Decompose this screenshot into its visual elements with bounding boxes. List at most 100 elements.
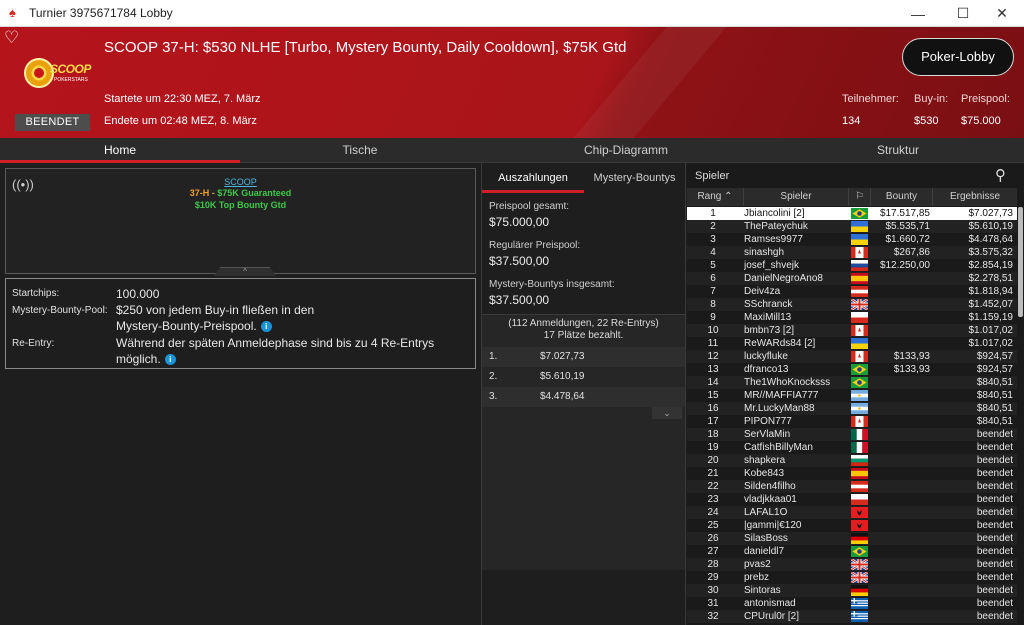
country-flag-icon bbox=[851, 247, 868, 258]
player-row[interactable]: 27 danieldl7 beendet bbox=[687, 545, 1017, 558]
mystery-pool-line-2-text: Mystery-Bounty-Preispool. bbox=[116, 319, 257, 333]
regular-pool-value: $37.500,00 bbox=[489, 254, 550, 268]
player-name: pvas2 bbox=[744, 559, 771, 570]
column-bounty[interactable]: Bounty bbox=[871, 188, 933, 206]
prizepool-label: Preispool: bbox=[961, 93, 1010, 105]
window-title: Turnier 3975671784 Lobby bbox=[29, 6, 173, 20]
player-rank: 15 bbox=[707, 390, 719, 401]
player-row[interactable]: 17 PIPON777 $840,51 bbox=[687, 415, 1017, 428]
country-flag-icon bbox=[851, 494, 868, 505]
minimize-button[interactable]: — bbox=[896, 0, 940, 27]
player-result: $1.017,02 bbox=[968, 338, 1014, 349]
player-row[interactable]: 2 ThePateychuk $5.535,71 $5.610,19 bbox=[687, 220, 1017, 233]
tab-struktur[interactable]: Struktur bbox=[772, 138, 1024, 163]
player-result: $4.478,64 bbox=[968, 234, 1014, 245]
player-row[interactable]: 5 josef_shvejk $12.250,00 $2.854,19 bbox=[687, 259, 1017, 272]
player-name: Deiv4za bbox=[744, 286, 781, 297]
player-rank: 25 bbox=[707, 520, 719, 531]
player-name: ThePateychuk bbox=[744, 221, 808, 232]
player-row[interactable]: 14 The1WhoKnocksss $840,51 bbox=[687, 376, 1017, 389]
close-button[interactable]: ✕ bbox=[980, 0, 1024, 27]
info-icon[interactable]: i bbox=[164, 354, 176, 365]
player-row[interactable]: 16 Mr.LuckyMan88 $840,51 bbox=[687, 402, 1017, 415]
player-row[interactable]: 19 CatfishBillyMan beendet bbox=[687, 441, 1017, 454]
player-row[interactable]: 8 SSchranck $1.452,07 bbox=[687, 298, 1017, 311]
player-row[interactable]: 18 SerVlaMin beendet bbox=[687, 428, 1017, 441]
player-row[interactable]: 4 sinashgh $267,86 $3.575,32 bbox=[687, 246, 1017, 259]
player-result: $2.278,51 bbox=[968, 273, 1014, 284]
player-name: josef_shvejk bbox=[744, 260, 800, 271]
column-rang-label: Rang bbox=[697, 191, 722, 202]
player-row[interactable]: 6 DanielNegroAno8 $2.278,51 bbox=[687, 272, 1017, 285]
player-row[interactable]: 23 vladjkkaa01 beendet bbox=[687, 493, 1017, 506]
player-row[interactable]: 1 Jbiancolini [2] $17.517,85 $7.027,73 bbox=[687, 207, 1017, 220]
player-row[interactable]: 9 MaxiMill13 $1.159,19 bbox=[687, 311, 1017, 324]
tournament-title: SCOOP 37-H: $530 NLHE [Turbo, Mystery Bo… bbox=[104, 39, 627, 56]
player-name: shapkera bbox=[744, 455, 786, 466]
player-row[interactable]: 21 Kobe843 beendet bbox=[687, 467, 1017, 480]
column-rang[interactable]: Rang ⌃ bbox=[687, 188, 744, 206]
player-name: Mr.LuckyMan88 bbox=[744, 403, 815, 414]
player-rank: 17 bbox=[707, 416, 719, 427]
favorite-heart-icon[interactable]: ♡ bbox=[4, 29, 22, 47]
player-rank: 6 bbox=[710, 273, 716, 284]
tab-chip-diagramm[interactable]: Chip-Diagramm bbox=[480, 138, 772, 163]
player-result: $840,51 bbox=[976, 390, 1013, 401]
column-spieler[interactable]: Spieler bbox=[744, 188, 849, 206]
search-icon[interactable]: ⚲ bbox=[995, 166, 1013, 184]
country-flag-icon bbox=[851, 377, 868, 388]
player-name: MR//MAFFIA777 bbox=[744, 390, 819, 401]
scoop-logo-text: SCOOP bbox=[50, 62, 91, 76]
player-result: $7.027,73 bbox=[968, 208, 1014, 219]
player-rank: 18 bbox=[707, 429, 719, 440]
player-row[interactable]: 12 luckyfluke $133,93 $924,57 bbox=[687, 350, 1017, 363]
tab-tische[interactable]: Tische bbox=[240, 138, 480, 163]
prizepool-value: $75.000 bbox=[961, 115, 1001, 127]
player-row[interactable]: 13 dfranco13 $133,93 $924,57 bbox=[687, 363, 1017, 376]
player-row[interactable]: 25 |gammi|€120 beendet bbox=[687, 519, 1017, 532]
collapse-promo-button[interactable]: ^ bbox=[214, 267, 276, 276]
flag-column-icon[interactable]: ⚐ bbox=[849, 188, 871, 206]
scoop-logo: SCOOP POKERSTARS bbox=[24, 58, 91, 88]
expand-payouts-button[interactable]: ⌄ bbox=[652, 407, 682, 419]
player-row[interactable]: 31 antonismad beendet bbox=[687, 597, 1017, 610]
player-result: beendet bbox=[976, 520, 1013, 531]
promo-bounty-line: $10K Top Bounty Gtd bbox=[194, 200, 287, 210]
player-row[interactable]: 24 LAFAL1O beendet bbox=[687, 506, 1017, 519]
player-rank: 10 bbox=[707, 325, 719, 336]
info-icon[interactable]: i bbox=[260, 321, 272, 332]
country-flag-icon bbox=[851, 598, 868, 609]
player-result: $840,51 bbox=[976, 377, 1013, 388]
player-row[interactable]: 29 prebz beendet bbox=[687, 571, 1017, 584]
maximize-button[interactable]: ☐ bbox=[941, 0, 985, 27]
player-row[interactable]: 7 Deiv4za $1.818,94 bbox=[687, 285, 1017, 298]
player-search-label[interactable]: Spieler bbox=[695, 170, 729, 182]
column-ergebnisse[interactable]: Ergebnisse bbox=[933, 188, 1017, 206]
promo-event-code: 37-H bbox=[189, 188, 210, 198]
tab-auszahlungen[interactable]: Auszahlungen bbox=[482, 163, 584, 193]
player-row[interactable]: 11 ReWARds84 [2] $1.017,02 bbox=[687, 337, 1017, 350]
player-row[interactable]: 32 CPUrul0r [2] beendet bbox=[687, 610, 1017, 623]
promo-scoop-link[interactable]: SCOOP bbox=[224, 177, 257, 187]
player-row[interactable]: 22 Silden4filho beendet bbox=[687, 480, 1017, 493]
player-row[interactable]: 30 Sintoras beendet bbox=[687, 584, 1017, 597]
players-scrollbar[interactable] bbox=[1018, 207, 1023, 317]
player-rank: 29 bbox=[707, 572, 719, 583]
player-name: CatfishBillyMan bbox=[744, 442, 813, 453]
player-row[interactable]: 20 shapkera beendet bbox=[687, 454, 1017, 467]
player-row[interactable]: 26 SilasBoss beendet bbox=[687, 532, 1017, 545]
player-result: $924,57 bbox=[976, 364, 1013, 375]
player-bounty: $12.250,00 bbox=[879, 260, 930, 271]
player-name: PIPON777 bbox=[744, 416, 792, 427]
player-result: $840,51 bbox=[976, 403, 1013, 414]
tab-home[interactable]: Home bbox=[0, 138, 240, 163]
player-name: ReWARds84 [2] bbox=[744, 338, 816, 349]
poker-lobby-button[interactable]: Poker-Lobby bbox=[902, 38, 1014, 76]
player-row[interactable]: 10 bmbn73 [2] $1.017,02 bbox=[687, 324, 1017, 337]
country-flag-icon bbox=[851, 208, 868, 219]
player-row[interactable]: 3 Ramses9977 $1.660,72 $4.478,64 bbox=[687, 233, 1017, 246]
tab-mystery-bountys[interactable]: Mystery-Bountys bbox=[584, 163, 685, 193]
player-row[interactable]: 28 pvas2 beendet bbox=[687, 558, 1017, 571]
country-flag-icon bbox=[851, 455, 868, 466]
player-row[interactable]: 15 MR//MAFFIA777 $840,51 bbox=[687, 389, 1017, 402]
